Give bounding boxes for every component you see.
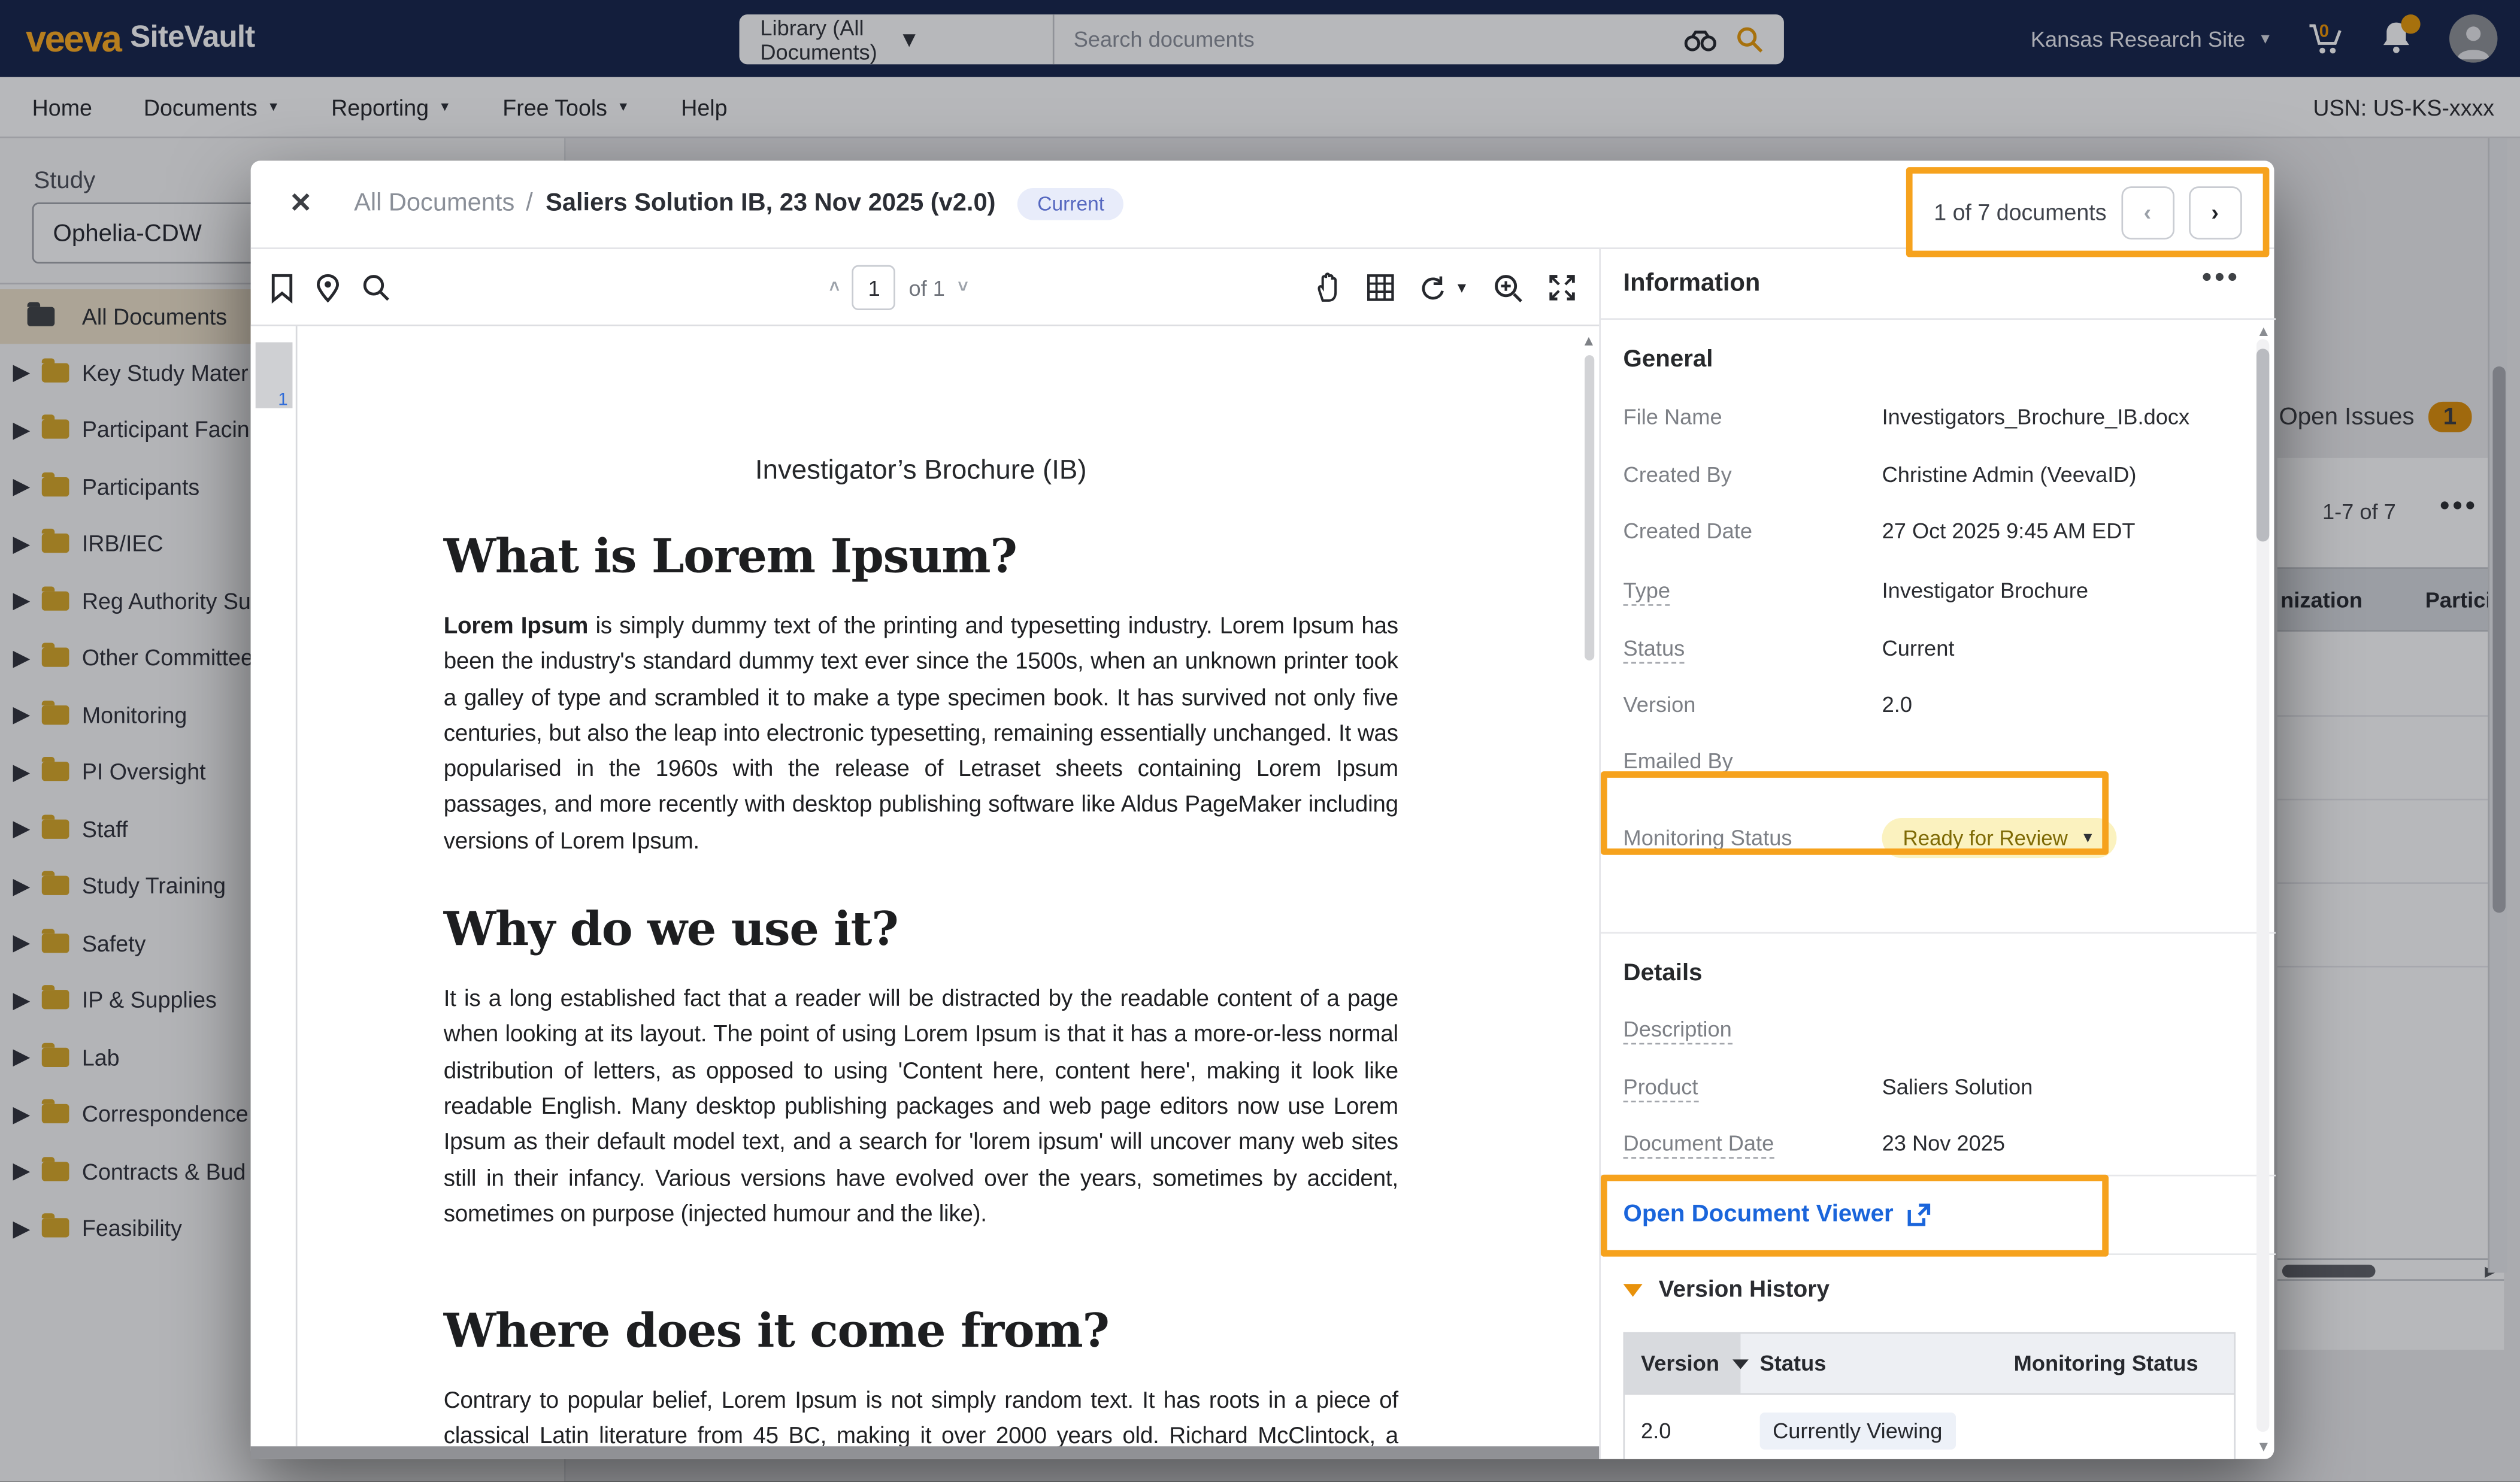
rotate-dropdown-icon[interactable]: ▼ <box>1455 280 1469 296</box>
field-value: Saliers Solution <box>1882 1075 2033 1099</box>
thumbnail-page-number: 1 <box>278 390 287 410</box>
monitoring-status-dropdown[interactable]: Ready for Review ▼ <box>1882 817 2116 857</box>
document-heading: Investigator’s Brochure (IB) <box>444 454 1398 487</box>
pan-hand-icon[interactable] <box>1314 272 1342 304</box>
viewer-bottom-bar <box>251 1446 1600 1459</box>
document-content: Investigator’s Brochure (IB) What is Lor… <box>444 326 1398 1447</box>
scroll-up-icon[interactable]: ▲ <box>2257 323 2271 339</box>
section-general: General <box>1624 346 1713 373</box>
location-pin-icon[interactable] <box>315 272 341 303</box>
field-row: Emailed By <box>1624 749 2251 773</box>
section-heading: What is Lorem Ipsum? <box>444 529 1398 583</box>
field-value: Christine Admin (VeevaID) <box>1882 463 2137 487</box>
document-title: Saliers Solution IB, 23 Nov 2025 (v2.0) <box>546 190 995 219</box>
field-label: Status <box>1624 637 1882 660</box>
field-label: Created Date <box>1624 519 1882 543</box>
field-row: Created ByChristine Admin (VeevaID) <box>1624 463 2251 487</box>
pdf-viewer: ˄ 1 of 1 ˅ ▼ <box>251 249 1600 1459</box>
field-label: Description <box>1624 1017 1882 1041</box>
external-link-icon <box>1906 1201 1932 1227</box>
field-label: Emailed By <box>1624 749 1882 773</box>
breadcrumb-separator: / <box>526 190 533 219</box>
column-version[interactable]: Version <box>1625 1334 1740 1393</box>
field-row: File NameInvestigators_Brochure_IB.docx <box>1624 405 2251 429</box>
page-total-label: of 1 <box>908 275 944 299</box>
close-icon[interactable]: ✕ <box>289 188 312 220</box>
document-counter-annotation: 1 of 7 documents ‹ › <box>1906 167 2270 257</box>
field-value: Investigators_Brochure_IB.docx <box>1882 405 2190 429</box>
breadcrumb-all-documents[interactable]: All Documents <box>354 190 514 219</box>
field-label: Product <box>1624 1075 1882 1099</box>
field-row: ProductSaliers Solution <box>1624 1075 2251 1099</box>
field-row: Document Date23 Nov 2025 <box>1624 1131 2251 1155</box>
field-row: Version2.0 <box>1624 693 2251 717</box>
rotate-icon[interactable]: ▼ <box>1419 273 1469 302</box>
next-page-icon[interactable]: ˅ <box>958 278 968 297</box>
information-panel: Information ••• General File NameInvesti… <box>1599 249 2274 1459</box>
viewer-toolbar: ˄ 1 of 1 ˅ ▼ <box>251 249 1600 326</box>
zoom-in-icon[interactable] <box>1493 272 1523 303</box>
table-header-row: Version Status Monitoring Status <box>1625 1334 2234 1395</box>
field-value: 27 Oct 2025 9:45 AM EDT <box>1882 519 2136 543</box>
fullscreen-icon[interactable] <box>1547 273 1576 302</box>
field-label: Created By <box>1624 463 1882 487</box>
field-row: StatusCurrent <box>1624 637 2251 660</box>
section-paragraph: It is a long established fact that a rea… <box>444 982 1398 1233</box>
document-viewer-modal: ✕ All Documents / Saliers Solution IB, 2… <box>251 160 2274 1459</box>
panel-scroll-area: General File NameInvestigators_Brochure_… <box>1601 320 2276 1459</box>
modal-header: ✕ All Documents / Saliers Solution IB, 2… <box>251 160 2274 249</box>
panel-menu-icon[interactable]: ••• <box>2202 262 2240 294</box>
app-root: veeva SiteVault Library (All Documents) … <box>0 0 2520 1481</box>
field-label: Monitoring Status <box>1624 825 1882 849</box>
section-paragraph: Lorem Ipsum is simply dummy text of the … <box>444 609 1398 860</box>
scroll-down-icon[interactable]: ▼ <box>2257 1438 2271 1454</box>
section-details: Details <box>1624 959 1703 987</box>
previous-document-button[interactable]: ‹ <box>2121 186 2174 239</box>
field-label: Version <box>1624 693 1882 717</box>
next-document-button[interactable]: › <box>2188 186 2242 239</box>
field-label: Document Date <box>1624 1131 1882 1155</box>
thumbnail-grid-icon[interactable] <box>1366 273 1395 302</box>
version-value: 2.0 <box>1641 1418 1671 1442</box>
version-history-label: Version History <box>1659 1278 1830 1304</box>
section-heading: Where does it come from? <box>444 1304 1398 1358</box>
open-document-viewer-link[interactable]: Open Document Viewer <box>1624 1201 1933 1228</box>
status-chip: Currently Viewing <box>1760 1412 1955 1449</box>
section-paragraph: Contrary to popular belief, Lorem Ipsum … <box>444 1384 1398 1446</box>
section-heading: Why do we use it? <box>444 902 1398 956</box>
field-label: Type <box>1624 578 1882 602</box>
panel-title: Information <box>1624 270 1761 299</box>
thumbnail-rail: 1 <box>251 326 298 1447</box>
field-value: 23 Nov 2025 <box>1882 1131 2005 1155</box>
bookmark-icon[interactable] <box>270 272 294 303</box>
field-value: Current <box>1882 637 1955 660</box>
monitoring-status-row: Monitoring Status Ready for Review ▼ <box>1624 795 2251 879</box>
search-in-document-icon[interactable] <box>362 273 390 302</box>
monitoring-status-value: Ready for Review <box>1903 825 2068 849</box>
field-value: 2.0 <box>1882 693 1912 717</box>
scrollbar-thumb[interactable] <box>1585 355 1594 660</box>
version-history-toggle[interactable]: Version History <box>1624 1278 1830 1304</box>
scroll-up-icon[interactable]: ▲ <box>1582 333 1596 349</box>
field-row: Created Date27 Oct 2025 9:45 AM EDT <box>1624 519 2251 543</box>
field-label: File Name <box>1624 405 1882 429</box>
field-value: Investigator Brochure <box>1882 578 2088 602</box>
page-number-input[interactable]: 1 <box>853 265 896 310</box>
scrollbar-thumb[interactable] <box>2257 348 2269 541</box>
chevron-down-icon: ▼ <box>2080 829 2095 845</box>
column-status: Status <box>1740 1351 2010 1375</box>
table-row: 2.0 Currently Viewing <box>1625 1395 2234 1459</box>
status-badge: Current <box>1018 188 1123 220</box>
version-history-table: Version Status Monitoring Status 2.0 Cur… <box>1624 1332 2236 1459</box>
field-row: Description <box>1624 1017 2251 1041</box>
caret-down-icon <box>1624 1284 1643 1296</box>
column-monitoring-status: Monitoring Status <box>2010 1351 2234 1375</box>
panel-vertical-scrollbar[interactable]: ▲ ▼ <box>2257 326 2269 1451</box>
document-counter: 1 of 7 documents <box>1934 199 2106 225</box>
previous-page-icon[interactable]: ˄ <box>829 278 840 297</box>
field-row: TypeInvestigator Brochure <box>1624 578 2251 602</box>
document-page: Investigator’s Brochure (IB) What is Lor… <box>297 326 1599 1447</box>
